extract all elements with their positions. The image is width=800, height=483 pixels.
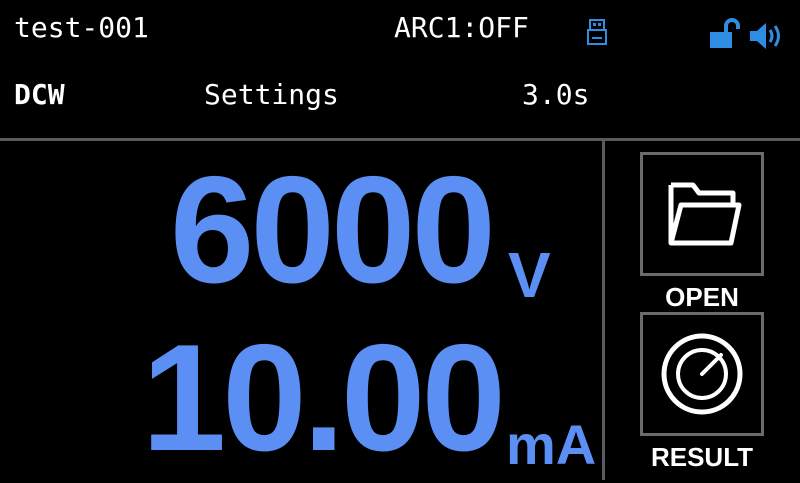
gauge-icon (661, 333, 743, 415)
open-button[interactable] (640, 152, 764, 276)
usb-icon (586, 18, 610, 48)
file-name: test-001 (14, 11, 149, 44)
vertical-divider (602, 141, 605, 480)
speaker-icon[interactable] (748, 20, 786, 52)
voltage-unit: V (508, 239, 551, 311)
current-reading: 10.00 (141, 313, 506, 483)
folder-icon (668, 182, 742, 246)
horizontal-divider (0, 138, 800, 141)
current-unit: mA (506, 413, 597, 476)
test-time: 3.0s (522, 78, 590, 111)
result-button[interactable] (640, 312, 764, 436)
settings-label[interactable]: Settings (204, 76, 339, 114)
unlock-icon[interactable] (708, 18, 742, 50)
voltage-reading: 6000 (169, 145, 496, 315)
open-button-label: OPEN (665, 282, 739, 312)
result-button-label: RESULT (650, 442, 754, 472)
test-mode: DCW (14, 78, 65, 111)
arc-status: ARC1:OFF (394, 11, 529, 44)
